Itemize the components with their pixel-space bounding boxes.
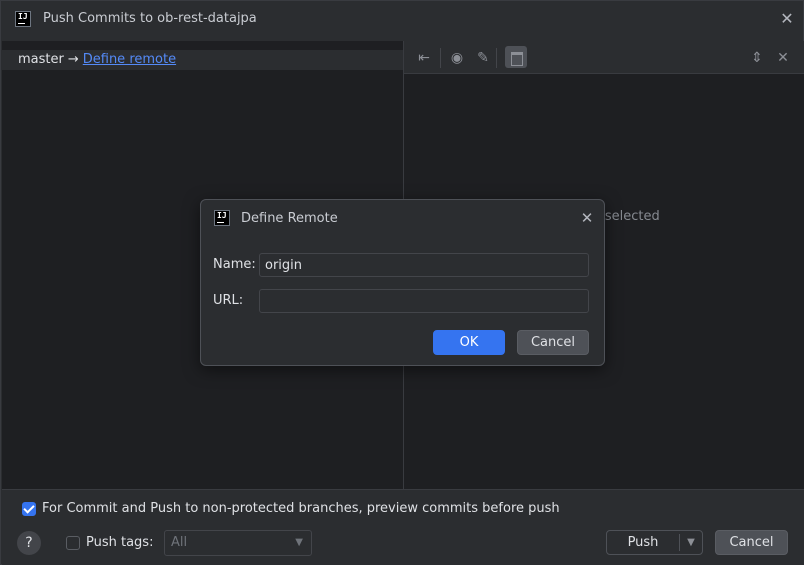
branch-row[interactable]: master → Define remote: [2, 50, 403, 70]
bottom-bar: For Commit and Push to non-protected bra…: [2, 489, 804, 565]
push-button-label: Push: [627, 535, 659, 550]
define-remote-link[interactable]: Define remote: [83, 52, 176, 67]
help-button[interactable]: ?: [17, 531, 41, 555]
remote-name-input[interactable]: [259, 253, 589, 277]
local-branch-name: master: [18, 52, 64, 67]
close-icon[interactable]: ✕: [778, 10, 796, 28]
split-divider: [679, 534, 680, 551]
remote-url-input[interactable]: [259, 289, 589, 313]
preview-commits-checkbox[interactable]: [22, 502, 36, 516]
chevron-down-icon: ▼: [295, 537, 303, 548]
expand-all-icon[interactable]: ⇕: [747, 48, 767, 68]
dialog-cancel-button[interactable]: Cancel: [517, 330, 589, 355]
edit-pencil-icon[interactable]: ✎: [473, 48, 493, 68]
arrow-icon: →: [67, 52, 79, 67]
close-icon[interactable]: ✕: [578, 209, 596, 227]
toolbar-separator: [496, 48, 497, 68]
window-title: Push Commits to ob-rest-datajpa: [43, 11, 257, 26]
push-tags-label: Push tags:: [86, 535, 154, 550]
collapse-all-icon[interactable]: ✕: [773, 48, 793, 68]
title-bar: IJ Push Commits to ob-rest-datajpa ✕: [1, 1, 803, 38]
ok-button[interactable]: OK: [433, 330, 505, 355]
push-tags-select[interactable]: All ▼: [164, 530, 312, 556]
toolbar-separator: [440, 48, 441, 68]
group-by-icon[interactable]: [505, 46, 527, 68]
eye-icon[interactable]: ◉: [447, 48, 467, 68]
push-commits-window: IJ Push Commits to ob-rest-datajpa ✕ mas…: [0, 0, 804, 565]
push-tags-select-value: All: [171, 535, 188, 550]
preview-commits-label: For Commit and Push to non-protected bra…: [42, 501, 560, 516]
changes-toolbar: ⇤ ◉ ✎ ⇕ ✕: [404, 41, 804, 74]
show-diff-icon[interactable]: ⇤: [414, 48, 434, 68]
intellij-app-icon: IJ: [15, 11, 31, 27]
chevron-down-icon[interactable]: ▼: [684, 531, 698, 554]
name-label: Name:: [213, 257, 256, 272]
cancel-button[interactable]: Cancel: [715, 530, 788, 555]
push-tags-checkbox[interactable]: [66, 536, 80, 550]
intellij-app-icon: IJ: [214, 210, 230, 226]
push-button[interactable]: Push ▼: [606, 530, 703, 555]
url-label: URL:: [213, 293, 244, 308]
dialog-title: Define Remote: [241, 211, 338, 226]
define-remote-dialog: IJ Define Remote ✕ Name: URL: OK Cancel: [200, 199, 605, 366]
